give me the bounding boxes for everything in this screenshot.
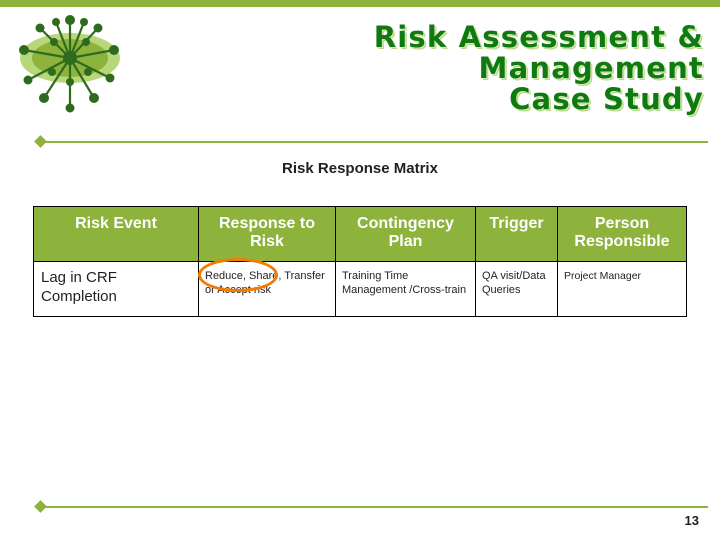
column-header-response-to-risk: Response to Risk — [198, 206, 336, 262]
column-header-risk-event: Risk Event — [33, 206, 199, 262]
divider-top — [44, 141, 708, 143]
title-line-2: Management — [478, 51, 704, 85]
top-bar-white-gap — [0, 7, 720, 11]
column-header-contingency-plan: Contingency Plan — [335, 206, 476, 262]
risk-response-matrix-table: Risk Event Response to Risk Contingency … — [33, 206, 687, 317]
table-header-row: Risk Event Response to Risk Contingency … — [33, 206, 687, 262]
top-decorative-bar — [0, 0, 720, 11]
divider-top-diamond — [34, 135, 47, 148]
column-header-trigger: Trigger — [475, 206, 558, 262]
column-header-person-responsible: Person Responsible — [557, 206, 687, 262]
page-title: Risk Assessment & Management Case Study — [234, 22, 704, 115]
top-bar-green-stripe — [0, 0, 720, 7]
cell-risk-event: Lag in CRF Completion — [33, 261, 199, 317]
cell-person-responsible: Project Manager — [557, 261, 687, 317]
cell-response: Reduce, Share, Transfer or Accept risk — [198, 261, 336, 317]
table-row: Lag in CRF Completion Reduce, Share, Tra… — [33, 261, 687, 317]
cell-contingency: Training Time Management /Cross-train — [335, 261, 476, 317]
cell-trigger: QA visit/Data Queries — [475, 261, 558, 317]
green-burst-logo — [10, 12, 130, 120]
divider-bottom-diamond — [34, 500, 47, 513]
title-line-1: Risk Assessment & — [373, 20, 704, 54]
section-heading: Risk Response Matrix — [282, 160, 438, 177]
title-line-3: Case Study — [509, 82, 704, 116]
page-number: 13 — [684, 513, 699, 528]
divider-bottom — [44, 506, 708, 508]
